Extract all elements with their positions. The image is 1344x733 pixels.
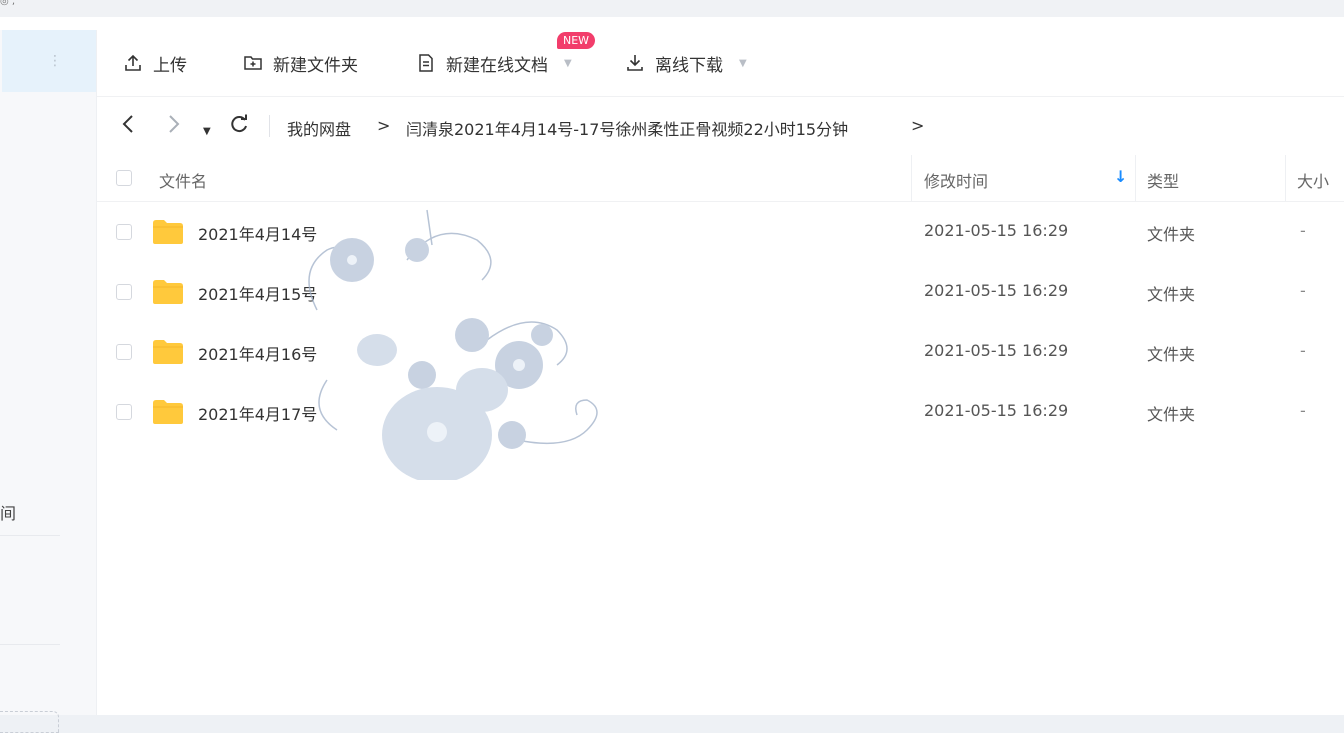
column-divider	[911, 155, 912, 201]
table-row[interactable]: 2021年4月15号 2021-05-15 16:29 文件夹 -	[97, 262, 1344, 322]
nav-separator	[269, 115, 270, 137]
toolbar: 上传 新建文件夹 新建在线文档 ▼ NEW 离线下载 ▼	[97, 30, 1344, 97]
column-modified-header[interactable]: 修改时间	[924, 168, 988, 192]
column-size-header[interactable]: 大小	[1297, 168, 1329, 192]
breadcrumb-separator: >	[377, 116, 391, 135]
more-dots-icon[interactable]: ⋮	[48, 52, 62, 70]
new-doc-label: 新建在线文档	[446, 55, 548, 76]
file-size: -	[1300, 221, 1306, 240]
upload-button[interactable]: 上传	[123, 52, 187, 76]
modified-time: 2021-05-15 16:29	[924, 221, 1069, 240]
sidebar-dashed-box[interactable]	[0, 711, 59, 733]
row-checkbox[interactable]	[116, 344, 132, 360]
refresh-icon[interactable]	[228, 113, 250, 141]
app-shell: ⋮ 间 上传 新建文件夹 新建在线文档 ▼ NEW 离线下载 ▼ ▼ 我的网盘 …	[0, 17, 1344, 733]
upload-label: 上传	[153, 55, 187, 76]
file-type: 文件夹	[1147, 345, 1196, 364]
file-type: 文件夹	[1147, 225, 1196, 244]
sort-arrow-down-icon[interactable]: ↓	[1114, 167, 1127, 186]
sidebar-divider	[0, 535, 60, 536]
new-doc-button[interactable]: 新建在线文档 ▼	[416, 52, 572, 76]
column-divider	[1135, 155, 1136, 201]
offline-download-caret-icon[interactable]: ▼	[739, 58, 747, 69]
forward-icon[interactable]	[167, 113, 181, 141]
file-name[interactable]: 2021年4月16号	[198, 341, 317, 365]
main-panel: 上传 新建文件夹 新建在线文档 ▼ NEW 离线下载 ▼ ▼ 我的网盘 > 闫清…	[97, 30, 1344, 715]
navigation-bar: ▼ 我的网盘 > 闫清泉2021年4月14号-17号徐州柔性正骨视频22小时15…	[97, 97, 1344, 155]
row-checkbox[interactable]	[116, 404, 132, 420]
folder-icon	[153, 220, 183, 244]
file-name[interactable]: 2021年4月15号	[198, 281, 317, 305]
offline-download-label: 离线下载	[655, 55, 723, 76]
file-size: -	[1300, 281, 1306, 300]
row-checkbox[interactable]	[116, 224, 132, 240]
row-checkbox[interactable]	[116, 284, 132, 300]
offline-download-button[interactable]: 离线下载 ▼	[625, 52, 747, 76]
file-type: 文件夹	[1147, 405, 1196, 424]
table-row[interactable]: 2021年4月16号 2021-05-15 16:29 文件夹 -	[97, 322, 1344, 382]
file-size: -	[1300, 341, 1306, 360]
document-icon	[419, 54, 433, 72]
sidebar-partial-label[interactable]: 间	[0, 500, 16, 524]
new-badge: NEW	[557, 32, 596, 49]
file-name[interactable]: 2021年4月17号	[198, 401, 317, 425]
breadcrumb-current[interactable]: 闫清泉2021年4月14号-17号徐州柔性正骨视频22小时15分钟	[406, 116, 848, 140]
folder-icon	[153, 340, 183, 364]
sidebar-divider	[0, 644, 60, 645]
table-row[interactable]: 2021年4月17号 2021-05-15 16:29 文件夹 -	[97, 382, 1344, 442]
new-folder-label: 新建文件夹	[273, 55, 358, 76]
new-doc-caret-icon[interactable]: ▼	[564, 58, 572, 69]
sidebar: ⋮ 间	[0, 30, 97, 733]
modified-time: 2021-05-15 16:29	[924, 281, 1069, 300]
column-type-header[interactable]: 类型	[1147, 168, 1179, 192]
table-header: 文件名 修改时间 ↓ 类型 大小	[97, 155, 1344, 202]
breadcrumb-separator: >	[911, 116, 925, 135]
modified-time: 2021-05-15 16:29	[924, 341, 1069, 360]
breadcrumb-root[interactable]: 我的网盘	[287, 116, 351, 140]
table-row[interactable]: 2021年4月14号 2021-05-15 16:29 文件夹 -	[97, 202, 1344, 262]
file-type: 文件夹	[1147, 285, 1196, 304]
download-icon	[627, 55, 643, 71]
sidebar-active-item[interactable]: ⋮	[2, 30, 96, 92]
upload-icon	[125, 54, 141, 71]
column-divider	[1285, 155, 1286, 201]
folder-plus-icon	[244, 56, 262, 70]
folder-icon	[153, 280, 183, 304]
back-icon[interactable]	[121, 113, 135, 141]
new-folder-button[interactable]: 新建文件夹	[243, 52, 358, 76]
file-size: -	[1300, 401, 1306, 420]
corner-glyph-icon: ◎ ,	[0, 0, 16, 7]
window-top-strip: ◎ ,	[0, 0, 1344, 17]
select-all-checkbox[interactable]	[116, 170, 132, 186]
modified-time: 2021-05-15 16:29	[924, 401, 1069, 420]
file-name[interactable]: 2021年4月14号	[198, 221, 317, 245]
history-caret-icon[interactable]: ▼	[203, 119, 211, 145]
column-name-header[interactable]: 文件名	[159, 168, 207, 192]
folder-icon	[153, 400, 183, 424]
